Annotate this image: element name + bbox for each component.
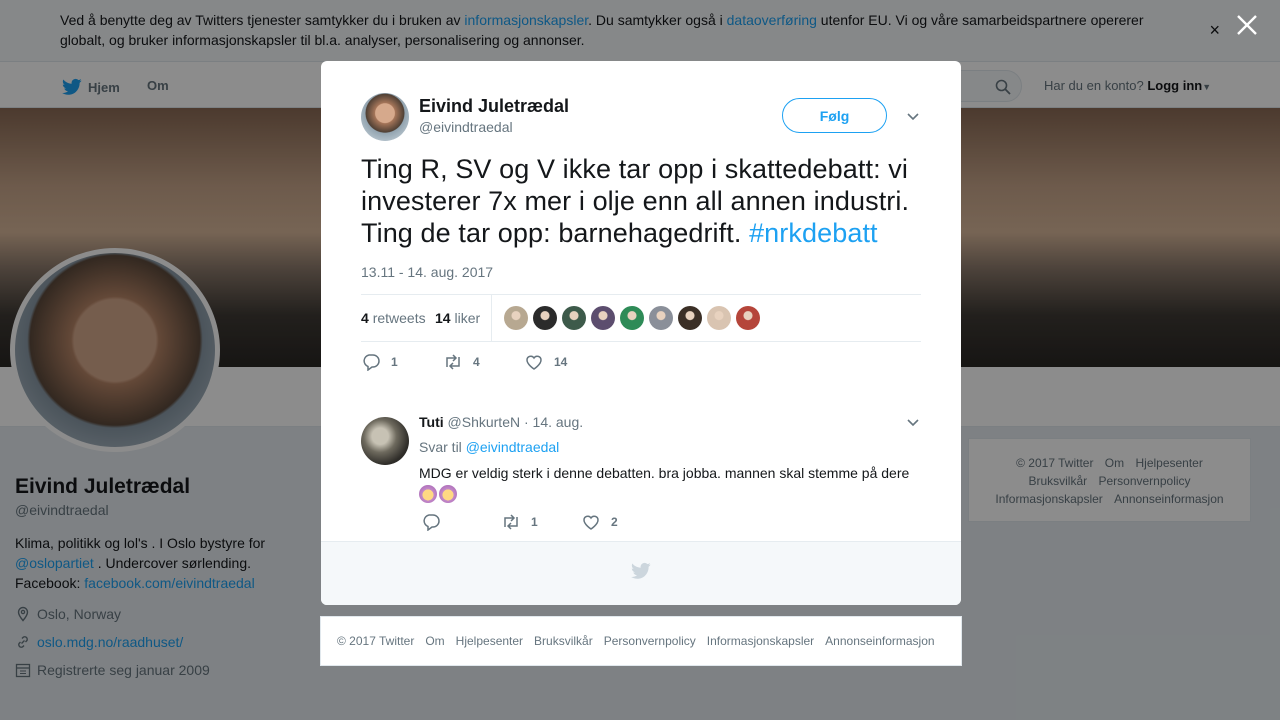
like-count: 14 bbox=[554, 355, 568, 369]
liker-avatar[interactable] bbox=[649, 306, 673, 330]
liker-avatar[interactable] bbox=[736, 306, 760, 330]
liker-avatar[interactable] bbox=[562, 306, 586, 330]
footer-copyright: © 2017 Twitter bbox=[337, 634, 415, 648]
liker-avatar[interactable] bbox=[504, 306, 528, 330]
tweet-actions: 1 4 14 bbox=[361, 353, 567, 371]
tweet-text: Ting R, SV og V ikke tar opp i skattedeb… bbox=[361, 153, 931, 249]
reply-author-avatar[interactable] bbox=[361, 417, 409, 465]
likes-count: 14 bbox=[435, 310, 451, 326]
reply-actions: 1 2 bbox=[421, 513, 618, 531]
reply-retweet-count: 1 bbox=[531, 515, 538, 529]
retweets-stat[interactable]: 4 retweets bbox=[361, 310, 426, 326]
reply-to-label: Svar til bbox=[419, 439, 466, 455]
reply-like-count: 2 bbox=[611, 515, 618, 529]
emoji-icon bbox=[419, 485, 437, 504]
retweets-label: retweets bbox=[372, 310, 426, 326]
chevron-down-icon[interactable] bbox=[905, 108, 921, 124]
footer-link-help[interactable]: Hjelpesenter bbox=[456, 634, 523, 648]
footer-link-om[interactable]: Om bbox=[425, 634, 444, 648]
liker-avatar[interactable] bbox=[533, 306, 557, 330]
tweet-stats: 4 retweets 14 liker bbox=[361, 294, 921, 342]
close-icon[interactable] bbox=[1234, 12, 1260, 38]
page-footer: © 2017 Twitter Om Hjelpesenter Bruksvilk… bbox=[320, 616, 962, 666]
footer-link-ads[interactable]: Annonseinformasjon bbox=[825, 634, 934, 648]
liker-avatars bbox=[504, 306, 760, 330]
reply-author-name[interactable]: Tuti bbox=[419, 414, 444, 430]
reply-to-handle[interactable]: @eivindtraedal bbox=[466, 439, 560, 455]
reply-icon bbox=[363, 354, 380, 371]
twitter-bird-icon bbox=[631, 562, 651, 579]
chevron-down-icon[interactable] bbox=[905, 414, 921, 430]
liker-avatar[interactable] bbox=[707, 306, 731, 330]
tweet-author-name[interactable]: Eivind Juletrædal bbox=[419, 96, 569, 117]
retweet-button[interactable]: 4 bbox=[443, 353, 524, 371]
reply-separator: · bbox=[523, 414, 529, 430]
liker-avatar[interactable] bbox=[591, 306, 615, 330]
retweets-count: 4 bbox=[361, 310, 369, 326]
retweet-icon bbox=[504, 514, 518, 530]
reply-icon bbox=[423, 514, 440, 531]
liker-avatar[interactable] bbox=[620, 306, 644, 330]
modal-footer bbox=[321, 541, 961, 605]
reply-to: Svar til @eivindtraedal bbox=[419, 439, 559, 455]
reply-text: MDG er veldig sterk i denne debatten. br… bbox=[419, 463, 929, 504]
tweet-author-handle[interactable]: @eivindtraedal bbox=[419, 119, 513, 135]
like-button[interactable]: 14 bbox=[524, 353, 567, 371]
stats-divider bbox=[491, 295, 492, 341]
reply-count: 1 bbox=[391, 355, 398, 369]
reply-header: Tuti @ShkurteN · 14. aug. bbox=[419, 414, 583, 430]
reply-reply-button[interactable] bbox=[421, 513, 501, 531]
heart-icon bbox=[526, 355, 542, 370]
tweet-author-avatar[interactable] bbox=[361, 93, 409, 141]
reply-like-button[interactable]: 2 bbox=[581, 513, 618, 531]
emoji-icon bbox=[439, 485, 457, 504]
follow-button[interactable]: Følg bbox=[782, 98, 887, 133]
reply-button[interactable]: 1 bbox=[361, 353, 443, 371]
reply-author-handle[interactable]: @ShkurteN bbox=[448, 414, 521, 430]
reply-body: MDG er veldig sterk i denne debatten. br… bbox=[419, 465, 910, 481]
liker-avatar[interactable] bbox=[678, 306, 702, 330]
footer-link-privacy[interactable]: Personvernpolicy bbox=[604, 634, 696, 648]
heart-icon bbox=[583, 515, 599, 530]
retweet-icon bbox=[446, 354, 460, 370]
likes-label: liker bbox=[454, 310, 481, 326]
hashtag-link[interactable]: #nrkdebatt bbox=[749, 218, 878, 248]
tweet-timestamp[interactable]: 13.11 - 14. aug. 2017 bbox=[361, 264, 493, 280]
retweet-count: 4 bbox=[473, 355, 480, 369]
footer-link-cookies[interactable]: Informasjonskapsler bbox=[707, 634, 814, 648]
reply-tweet[interactable]: Tuti @ShkurteN · 14. aug. Svar til @eivi… bbox=[321, 397, 961, 542]
reply-retweet-button[interactable]: 1 bbox=[501, 513, 581, 531]
reply-date[interactable]: 14. aug. bbox=[533, 414, 584, 430]
tweet-modal: Eivind Juletrædal @eivindtraedal Følg Ti… bbox=[321, 61, 961, 605]
footer-link-terms[interactable]: Bruksvilkår bbox=[534, 634, 593, 648]
likes-stat[interactable]: 14 liker bbox=[435, 310, 480, 326]
